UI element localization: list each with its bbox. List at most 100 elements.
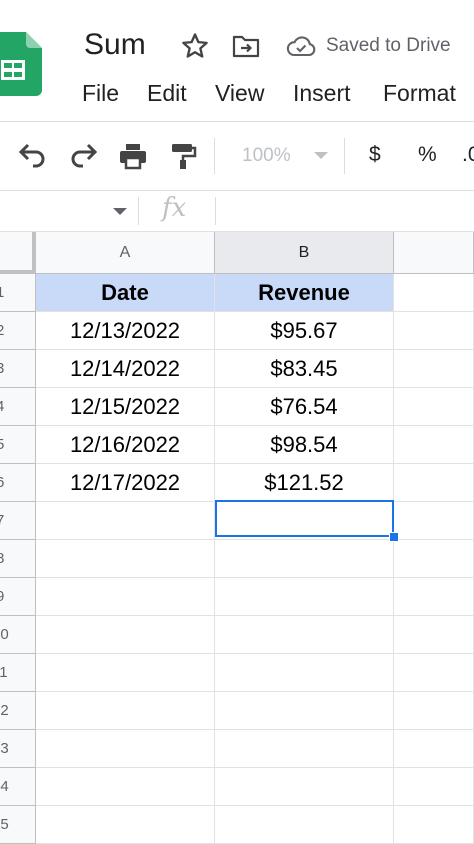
title-bar: Sum Saved to Drive File Edit View Insert…: [0, 0, 474, 122]
empty-cell[interactable]: [36, 502, 215, 540]
empty-cell[interactable]: [36, 768, 215, 806]
empty-cell[interactable]: [394, 654, 474, 692]
selected-cell-outline[interactable]: [215, 500, 394, 537]
row-number: 9: [0, 578, 4, 615]
date-cell[interactable]: 12/15/2022: [36, 388, 215, 426]
revenue-cell[interactable]: $76.54: [215, 388, 394, 426]
print-icon[interactable]: [118, 142, 148, 170]
row-header[interactable]: 4: [0, 388, 36, 426]
cloud-check-icon: [286, 36, 316, 57]
toolbar-separator: [344, 138, 345, 174]
row-header[interactable]: 12: [0, 692, 36, 730]
row-header[interactable]: 1: [0, 274, 36, 312]
zoom-select[interactable]: 100%: [242, 145, 291, 167]
menu-file[interactable]: File: [82, 80, 119, 107]
date-cell[interactable]: 12/16/2022: [36, 426, 215, 464]
date-cell[interactable]: 12/17/2022: [36, 464, 215, 502]
empty-cell[interactable]: [394, 388, 474, 426]
empty-cell[interactable]: [394, 312, 474, 350]
empty-cell[interactable]: [394, 768, 474, 806]
header-cell[interactable]: Date: [36, 274, 215, 312]
format-currency-button[interactable]: $: [369, 143, 381, 167]
empty-cell[interactable]: [215, 768, 394, 806]
redo-icon[interactable]: [68, 142, 98, 170]
decrease-decimal-button[interactable]: .0: [462, 143, 474, 167]
empty-cell[interactable]: [215, 654, 394, 692]
empty-cell[interactable]: [36, 806, 215, 844]
row-number: 12: [0, 702, 9, 719]
sheets-logo[interactable]: [0, 32, 42, 96]
column-header[interactable]: A: [36, 232, 215, 274]
date-cell[interactable]: 12/13/2022: [36, 312, 215, 350]
empty-cell[interactable]: [36, 616, 215, 654]
empty-cell[interactable]: [394, 616, 474, 654]
row-header[interactable]: 6: [0, 464, 36, 502]
empty-cell[interactable]: [36, 730, 215, 768]
empty-cell[interactable]: [215, 578, 394, 616]
column-header[interactable]: [394, 232, 474, 274]
empty-cell[interactable]: [215, 616, 394, 654]
row-header[interactable]: 14: [0, 768, 36, 806]
empty-cell[interactable]: [394, 692, 474, 730]
menu-view[interactable]: View: [215, 80, 264, 107]
empty-cell[interactable]: [394, 540, 474, 578]
fx-icon: fx: [162, 193, 187, 223]
empty-cell[interactable]: [215, 692, 394, 730]
empty-cell[interactable]: [215, 806, 394, 844]
toolbar-separator: [214, 138, 215, 174]
row-header[interactable]: 5: [0, 426, 36, 464]
empty-cell[interactable]: [215, 730, 394, 768]
empty-cell[interactable]: [394, 730, 474, 768]
row-header[interactable]: 9: [0, 578, 36, 616]
empty-cell[interactable]: [394, 274, 474, 312]
row-number: 2: [0, 312, 4, 349]
menu-edit[interactable]: Edit: [147, 80, 187, 107]
empty-cell[interactable]: [394, 426, 474, 464]
row-header[interactable]: 8: [0, 540, 36, 578]
empty-cell[interactable]: [394, 502, 474, 540]
column-header[interactable]: B: [215, 232, 394, 274]
row-header[interactable]: 7: [0, 502, 36, 540]
empty-cell[interactable]: [36, 692, 215, 730]
paint-format-icon[interactable]: [168, 142, 198, 170]
fill-handle[interactable]: [389, 532, 399, 542]
row-number: 13: [0, 740, 9, 757]
spreadsheet-grid[interactable]: AB 1 DateRevenue 2 12/13/2022$95.67 3 12/14/20…: [0, 232, 474, 844]
document-title[interactable]: Sum: [84, 28, 146, 62]
empty-cell[interactable]: [36, 578, 215, 616]
menu-insert[interactable]: Insert: [293, 80, 351, 107]
empty-cell[interactable]: [394, 806, 474, 844]
name-box-dropdown[interactable]: [113, 208, 127, 215]
empty-cell[interactable]: [394, 350, 474, 388]
revenue-cell[interactable]: $83.45: [215, 350, 394, 388]
save-status: Saved to Drive: [326, 35, 451, 56]
row-header[interactable]: 13: [0, 730, 36, 768]
date-cell[interactable]: 12/14/2022: [36, 350, 215, 388]
row-number: 7: [0, 502, 4, 539]
empty-cell[interactable]: [394, 464, 474, 502]
empty-cell[interactable]: [36, 540, 215, 578]
row-header[interactable]: 10: [0, 616, 36, 654]
revenue-cell[interactable]: $98.54: [215, 426, 394, 464]
folder-move-icon[interactable]: [232, 33, 260, 59]
header-cell[interactable]: Revenue: [215, 274, 394, 312]
row-header[interactable]: 2: [0, 312, 36, 350]
row-number: 14: [0, 778, 9, 795]
chevron-down-icon[interactable]: [314, 152, 328, 159]
revenue-cell[interactable]: $121.52: [215, 464, 394, 502]
row-number: 11: [0, 664, 8, 681]
undo-icon[interactable]: [18, 142, 48, 170]
menu-format[interactable]: Format: [383, 80, 456, 107]
row-header[interactable]: 15: [0, 806, 36, 844]
row-header[interactable]: 11: [0, 654, 36, 692]
empty-cell[interactable]: [394, 578, 474, 616]
format-percent-button[interactable]: %: [418, 143, 437, 167]
revenue-cell[interactable]: $95.67: [215, 312, 394, 350]
row-header[interactable]: 3: [0, 350, 36, 388]
star-icon[interactable]: [180, 31, 210, 61]
empty-cell[interactable]: [215, 540, 394, 578]
empty-cell[interactable]: [36, 654, 215, 692]
row-number: 10: [0, 626, 9, 643]
select-all-corner[interactable]: [0, 232, 36, 274]
formula-separator: [215, 197, 216, 225]
